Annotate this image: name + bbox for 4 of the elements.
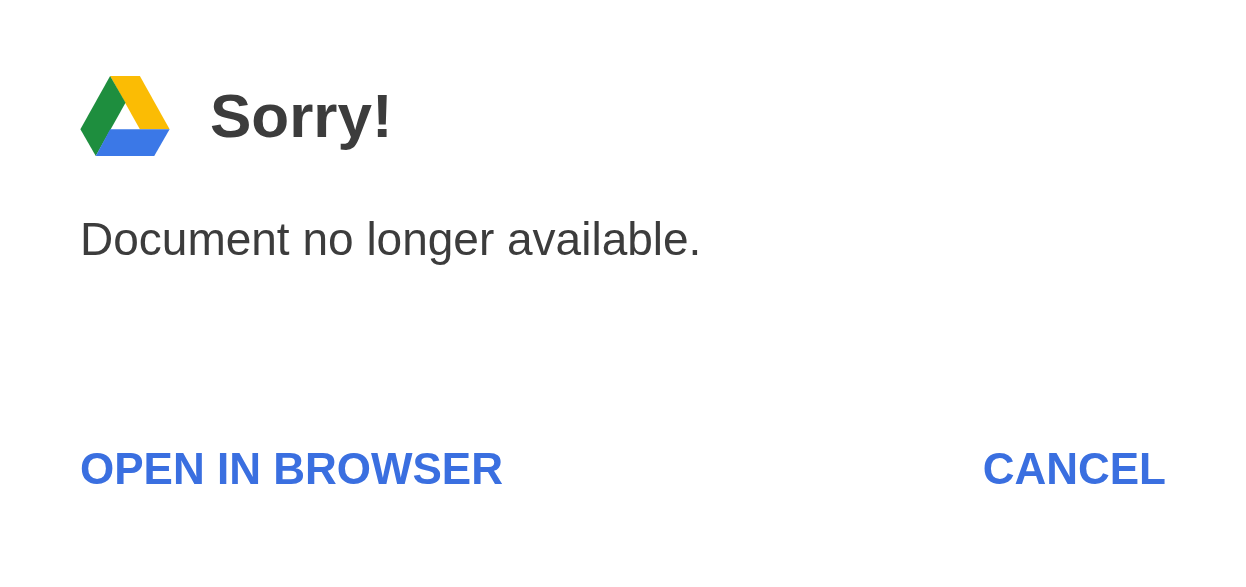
dialog-button[interactable]: CANCEL (982, 444, 1166, 493)
logo-icon (80, 76, 170, 156)
dialog-button[interactable]: OPEN IN BROWSER (80, 444, 503, 493)
dialog-message: Document no longer available. (80, 214, 703, 265)
